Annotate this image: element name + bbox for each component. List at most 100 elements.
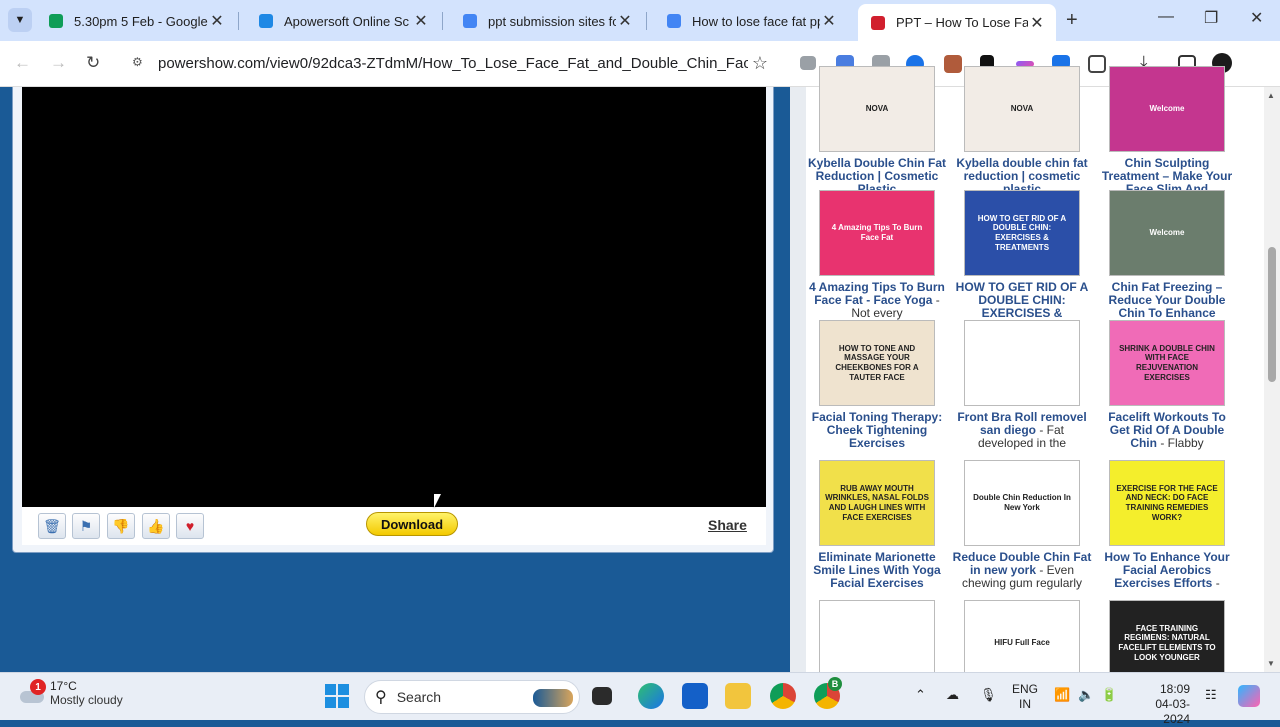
mouse-cursor-icon [434,494,441,508]
battery-icon[interactable]: 🔋 [1101,687,1117,703]
heart-icon[interactable]: ♥ [176,513,204,539]
presentation-thumbnail[interactable]: NOVA [964,66,1080,152]
browser-tab[interactable]: ppt submission sites for s✕ [450,5,644,37]
new-tab-button[interactable]: + [1066,9,1078,32]
thumbs-down-icon[interactable]: 👎 [107,513,135,539]
related-item[interactable]: Welcome Chin Sculpting Treatment – Make Y… [1097,66,1237,196]
store-icon[interactable] [682,683,708,709]
weather-widget[interactable]: 1 17°C Mostly cloudy [18,679,123,707]
download-button[interactable]: Download [366,512,458,536]
browser-tab[interactable]: How to lose face fat ppt ✕ [654,5,848,37]
presentation-thumbnail[interactable]: Welcome [1109,190,1225,276]
chrome-profile-icon[interactable]: B [814,677,842,709]
close-tab-icon[interactable]: ✕ [616,11,634,31]
volume-icon[interactable]: 🔈 [1078,687,1094,703]
presentation-title[interactable]: Facial Toning Therapy: Cheek Tightening … [807,411,947,450]
file-explorer-icon[interactable] [725,683,751,709]
forward-icon[interactable]: → [50,53,67,73]
presentation-title[interactable]: Reduce Double Chin Fat in new york - Eve… [952,551,1092,590]
close-tab-icon[interactable]: ✕ [820,11,838,31]
scroll-up-icon[interactable]: ▲ [1267,91,1275,100]
presentation-title[interactable]: 4 Amazing Tips To Burn Face Fat - Face Y… [807,281,947,320]
related-item[interactable]: Welcome Chin Fat Freezing – Reduce Your D… [1097,190,1237,320]
back-icon[interactable]: ← [14,53,31,73]
slide-viewer[interactable] [22,87,766,507]
task-view-icon[interactable] [592,687,612,705]
thumbs-up-icon[interactable]: 👍 [142,513,170,539]
presentation-title[interactable]: How To Enhance Your Facial Aerobics Exer… [1097,551,1237,590]
microphone-icon[interactable]: 🎙 [980,687,997,703]
language-indicator[interactable]: ENG IN [1012,682,1038,712]
presentation-thumbnail[interactable]: HOW TO TONE AND MASSAGE YOUR CHEEKBONES … [819,320,935,406]
tab-search-button[interactable]: ▼ [8,8,32,32]
reload-icon[interactable]: ↻ [86,53,100,73]
presentation-title-text[interactable]: How To Enhance Your Facial Aerobics Exer… [1104,550,1229,590]
restore-button[interactable]: ❐ [1204,8,1218,28]
copilot-icon[interactable] [1238,685,1260,707]
page-scrollbar[interactable]: ▲ ▼ [1264,87,1280,672]
scrollbar-thumb[interactable] [1268,247,1276,382]
related-item[interactable]: RUB AWAY MOUTH WRINKLES, NASAL FOLDS AND… [807,460,947,590]
close-tab-icon[interactable]: ✕ [208,11,226,31]
presentation-title[interactable]: Chin Fat Freezing – Reduce Your Double C… [1097,281,1237,320]
presentation-title-text[interactable]: 4 Amazing Tips To Burn Face Fat - Face Y… [809,280,945,307]
presentation-thumbnail[interactable]: NOVA [819,66,935,152]
clock[interactable]: 18:09 04-03-2024 [1132,682,1190,727]
presentation-snippet: - Flabby [1156,436,1204,450]
presentation-title-text[interactable]: Facial Toning Therapy: Cheek Tightening … [812,410,942,450]
browser-tab[interactable]: Apowersoft Online Sc ✕ [246,5,440,37]
taskbar-search[interactable]: ⚲ Search [364,680,580,714]
related-item[interactable]: HOW TO TONE AND MASSAGE YOUR CHEEKBONES … [807,320,947,450]
scroll-down-icon[interactable]: ▼ [1267,659,1275,668]
chevron-up-icon[interactable]: ⌃ [915,687,926,703]
close-tab-icon[interactable]: ✕ [412,11,430,31]
start-button[interactable] [325,684,349,708]
apowersoft-icon [258,13,274,29]
trash-icon[interactable]: 🗑 [38,513,66,539]
browser-tab[interactable]: PPT – How To Lose Face F✕ [858,4,1056,41]
presentation-thumbnail[interactable]: Welcome [1109,66,1225,152]
thumbnail-text: HIFU Full Face [994,638,1050,648]
related-item[interactable]: EXERCISE FOR THE FACE AND NECK: DO FACE … [1097,460,1237,590]
presentation-title[interactable]: Facelift Workouts To Get Rid Of A Double… [1097,411,1237,450]
wifi-icon[interactable]: 📶 [1054,687,1070,703]
close-window-button[interactable]: ✕ [1250,8,1263,28]
related-item[interactable]: NOVA Kybella Double Chin Fat Reduction | … [807,66,947,196]
chrome-icon[interactable] [770,683,796,709]
minimize-button[interactable]: — [1158,8,1174,26]
presentation-thumbnail[interactable]: RUB AWAY MOUTH WRINKLES, NASAL FOLDS AND… [819,460,935,546]
presentation-thumbnail[interactable]: HOW TO GET RID OF A DOUBLE CHIN: EXERCIS… [964,190,1080,276]
browser-tab[interactable]: 5.30pm 5 Feb - Google Sh✕ [36,5,236,37]
presentation-title[interactable]: Front Bra Roll removel san diego - Fat d… [952,411,1092,450]
presentation-title[interactable]: Eliminate Marionette Smile Lines With Yo… [807,551,947,590]
close-tab-icon[interactable]: ✕ [1028,13,1046,33]
bookmark-star-icon[interactable]: ☆ [752,53,768,74]
presentation-thumbnail[interactable]: Double Chin Reduction In New York [964,460,1080,546]
flag-icon[interactable]: ⚑ [72,513,100,539]
presentation-thumbnail[interactable]: SHRINK A DOUBLE CHIN WITH FACE REJUVENAT… [1109,320,1225,406]
related-item[interactable]: 4 Amazing Tips To Burn Face Fat 4 Amazing… [807,190,947,320]
related-item[interactable]: HOW TO GET RID OF A DOUBLE CHIN: EXERCIS… [952,190,1092,320]
network-status-icon[interactable]: ☁ [946,687,959,703]
related-item[interactable]: Front Bra Roll removel san diego - Fat d… [952,320,1092,450]
presentation-thumbnail[interactable] [964,320,1080,406]
sheets-icon [48,13,64,29]
presentation-title-text[interactable]: Front Bra Roll removel san diego [957,410,1086,437]
presentation-thumbnail[interactable]: 4 Amazing Tips To Burn Face Fat [819,190,935,276]
slideshow-player: 🗑 ⚑ 👎 👍 ♥ Download Share [12,87,774,553]
url-text[interactable]: powershow.com/view0/92dca3-ZTdmM/How_To_… [158,55,748,72]
notification-icon[interactable]: ☷ [1205,687,1217,703]
presentation-thumbnail[interactable]: EXERCISE FOR THE FACE AND NECK: DO FACE … [1109,460,1225,546]
edge-icon[interactable] [638,683,664,709]
related-item[interactable]: Double Chin Reduction In New York Reduce … [952,460,1092,590]
site-info-icon[interactable]: ⚙ [132,55,148,71]
presentation-title-text[interactable]: HOW TO GET RID OF A DOUBLE CHIN: EXERCIS… [956,280,1089,320]
presentation-title-text[interactable]: Chin Fat Freezing – Reduce Your Double C… [1109,280,1226,320]
presentation-title[interactable]: HOW TO GET RID OF A DOUBLE CHIN: EXERCIS… [952,281,1092,320]
related-item[interactable]: SHRINK A DOUBLE CHIN WITH FACE REJUVENAT… [1097,320,1237,450]
related-item[interactable]: NOVA Kybella double chin fat reduction | … [952,66,1092,196]
address-bar[interactable]: ⚙ powershow.com/view0/92dca3-ZTdmM/How_T… [118,46,778,80]
share-link[interactable]: Share [708,517,747,533]
thumbnail-text: HOW TO GET RID OF A DOUBLE CHIN: EXERCIS… [977,213,1067,252]
presentation-title-text[interactable]: Eliminate Marionette Smile Lines With Yo… [813,550,940,590]
